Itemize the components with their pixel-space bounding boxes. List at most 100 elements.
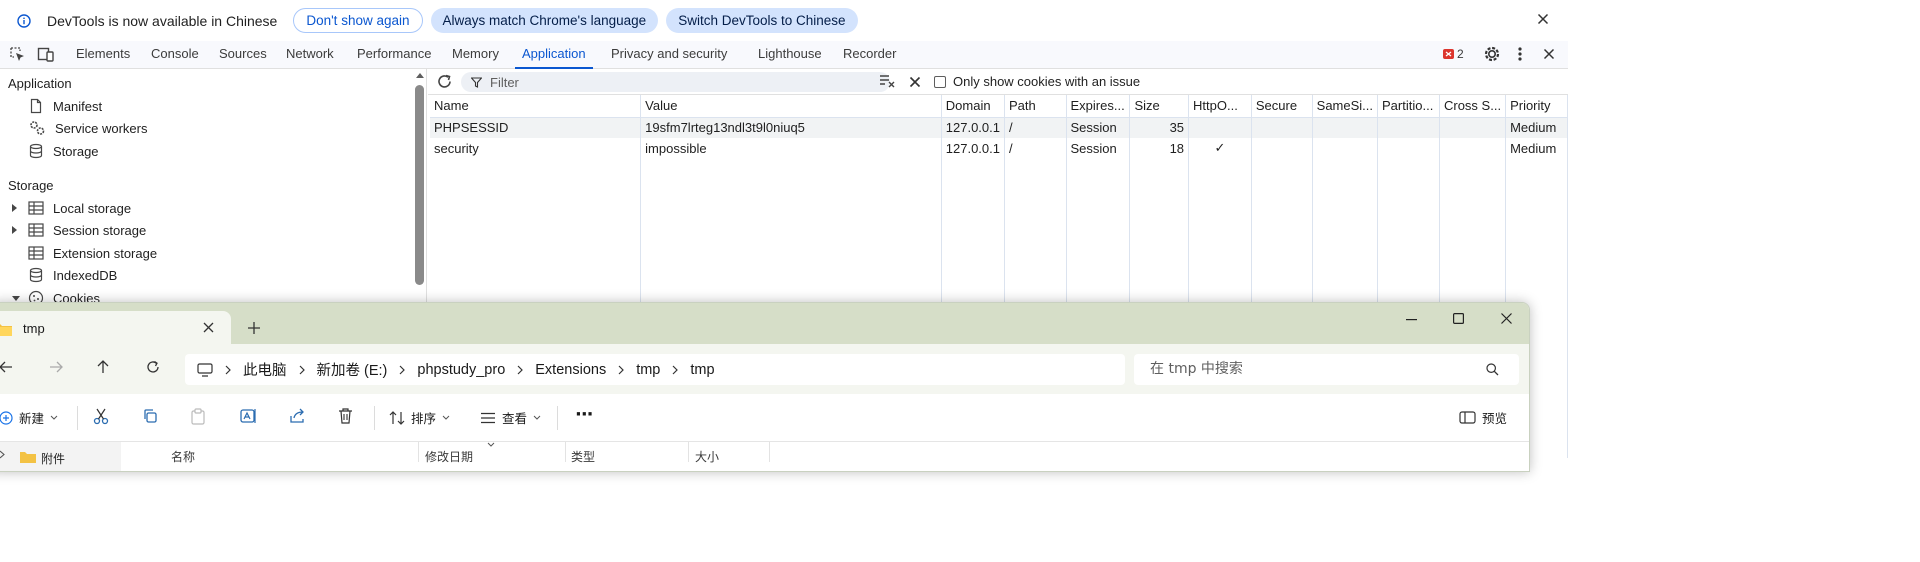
column-header-partition-key[interactable]: Partitio... <box>1377 95 1440 118</box>
sidebar-item-extension-storage[interactable]: Extension storage <box>28 243 157 263</box>
cell-value: 19sfm7lrteg13ndl3t9l0niuq5 <box>640 117 942 138</box>
preview-pane-button[interactable]: 预览 <box>1459 408 1507 427</box>
forward-arrow-icon[interactable] <box>49 361 63 373</box>
refresh-icon[interactable] <box>146 360 160 374</box>
close-window-icon[interactable] <box>1501 313 1512 324</box>
new-button[interactable]: 新建 <box>0 408 58 427</box>
column-header-samesite[interactable]: SameSi... <box>1312 95 1379 118</box>
column-header-size[interactable]: Size <box>1129 95 1190 118</box>
address-bar[interactable]: 此电脑 新加卷 (E:) phpstudy_pro Extensions tmp… <box>185 354 1125 385</box>
database-icon <box>28 267 44 283</box>
expand-chevron-icon[interactable] <box>0 450 5 459</box>
new-tab-plus-icon[interactable] <box>248 322 260 334</box>
filter-box[interactable] <box>461 72 890 92</box>
paste-icon[interactable] <box>191 408 205 425</box>
column-header-name[interactable]: 名称 <box>171 448 195 465</box>
breadcrumb-tmp-current[interactable]: tmp <box>690 362 714 378</box>
sidebar-item-label: Session storage <box>53 222 147 238</box>
expand-arrow-icon[interactable] <box>12 204 17 212</box>
sidebar-item-storage[interactable]: Storage <box>28 141 99 161</box>
copy-icon[interactable] <box>142 408 158 424</box>
filter-input[interactable] <box>488 73 868 91</box>
more-options-button[interactable]: ··· <box>575 404 593 425</box>
cell-partition-key <box>1377 138 1440 158</box>
tab-recorder[interactable]: Recorder <box>843 46 896 61</box>
share-icon[interactable] <box>289 408 306 424</box>
nav-item-attachments[interactable]: 附件 <box>41 450 65 467</box>
error-count-badge[interactable]: 2 <box>1443 47 1464 61</box>
sidebar-scrollbar[interactable] <box>415 85 424 285</box>
breadcrumb-volume-e[interactable]: 新加卷 (E:) <box>317 359 388 380</box>
close-tab-icon[interactable] <box>203 322 214 333</box>
column-header-modified[interactable]: 修改日期 <box>425 448 473 465</box>
up-arrow-icon[interactable] <box>97 360 109 374</box>
settings-gear-icon[interactable] <box>1483 45 1501 63</box>
refresh-icon[interactable] <box>436 73 453 90</box>
scroll-up-arrow-icon[interactable] <box>416 73 424 78</box>
column-header-value[interactable]: Value <box>640 95 942 118</box>
more-options-icon[interactable] <box>1517 46 1523 62</box>
collapse-arrow-icon[interactable] <box>12 296 20 301</box>
column-header-size[interactable]: 大小 <box>695 448 719 465</box>
switch-to-chinese-button[interactable]: Switch DevTools to Chinese <box>666 8 858 33</box>
close-icon[interactable] <box>1537 13 1549 25</box>
sidebar-item-session-storage[interactable]: Session storage <box>28 220 146 240</box>
computer-icon <box>197 362 213 377</box>
breadcrumb-phpstudy-pro[interactable]: phpstudy_pro <box>417 362 505 378</box>
explorer-tab[interactable]: tmp <box>0 311 231 344</box>
maximize-icon[interactable] <box>1453 313 1464 324</box>
tab-memory[interactable]: Memory <box>452 46 499 61</box>
expand-arrow-icon[interactable] <box>12 226 17 234</box>
column-header-path[interactable]: Path <box>1004 95 1067 118</box>
tab-network[interactable]: Network <box>286 46 334 61</box>
clear-all-cookies-icon[interactable] <box>909 76 921 88</box>
search-box[interactable] <box>1134 354 1519 385</box>
tab-privacy-and-security[interactable]: Privacy and security <box>611 46 727 61</box>
language-infobar: DevTools is now available in Chinese Don… <box>0 0 1568 41</box>
sort-button[interactable]: 排序 <box>389 408 450 427</box>
sidebar-item-manifest[interactable]: Manifest <box>28 96 102 116</box>
delete-icon[interactable] <box>338 408 353 424</box>
cell-secure <box>1251 138 1313 158</box>
cell-name: security <box>430 138 642 158</box>
back-arrow-icon[interactable] <box>0 361 13 373</box>
always-match-language-button[interactable]: Always match Chrome's language <box>430 8 659 33</box>
tab-performance[interactable]: Performance <box>357 46 431 61</box>
close-devtools-icon[interactable] <box>1543 48 1555 60</box>
tab-sources[interactable]: Sources <box>219 46 267 61</box>
chevron-down-icon <box>50 415 58 420</box>
column-header-name[interactable]: Name <box>430 95 642 118</box>
search-icon[interactable] <box>1486 363 1499 376</box>
column-header-type[interactable]: 类型 <box>571 448 595 465</box>
tab-application[interactable]: Application <box>515 46 593 69</box>
column-header-cross-site[interactable]: Cross S... <box>1439 95 1507 118</box>
clear-filtered-cookies-icon[interactable] <box>879 74 896 88</box>
device-toolbar-icon[interactable] <box>37 46 55 63</box>
inspect-element-icon[interactable] <box>9 46 26 63</box>
minimize-icon[interactable] <box>1406 319 1417 321</box>
tab-elements[interactable]: Elements <box>76 46 130 61</box>
column-header-domain[interactable]: Domain <box>941 95 1005 118</box>
column-header-httponly[interactable]: HttpO... <box>1188 95 1252 118</box>
tab-console[interactable]: Console <box>151 46 199 61</box>
breadcrumb-this-pc[interactable]: 此电脑 <box>243 359 287 380</box>
column-header-secure[interactable]: Secure <box>1251 95 1313 118</box>
table-header-row: Name Value Domain Path Expires... Size H… <box>430 95 1568 118</box>
rename-icon[interactable] <box>240 408 258 424</box>
sidebar-item-indexeddb[interactable]: IndexedDB <box>28 265 117 285</box>
breadcrumb-extensions[interactable]: Extensions <box>535 362 606 378</box>
sidebar-item-local-storage[interactable]: Local storage <box>28 198 131 218</box>
cut-icon[interactable] <box>93 408 109 425</box>
column-header-priority[interactable]: Priority <box>1505 95 1568 118</box>
tab-lighthouse[interactable]: Lighthouse <box>758 46 822 61</box>
sidebar-item-service-workers[interactable]: Service workers <box>28 118 147 138</box>
table-row[interactable]: security impossible 127.0.0.1 / Session … <box>430 138 1568 158</box>
dont-show-again-button[interactable]: Don't show again <box>293 8 423 33</box>
search-input[interactable] <box>1148 360 1468 378</box>
table-row[interactable]: PHPSESSID 19sfm7lrteg13ndl3t9l0niuq5 127… <box>430 117 1568 138</box>
only-issues-checkbox[interactable] <box>934 76 946 88</box>
view-button[interactable]: 查看 <box>480 408 541 427</box>
folder-icon <box>0 321 13 337</box>
breadcrumb-tmp[interactable]: tmp <box>636 362 660 378</box>
column-header-expires[interactable]: Expires... <box>1066 95 1131 118</box>
